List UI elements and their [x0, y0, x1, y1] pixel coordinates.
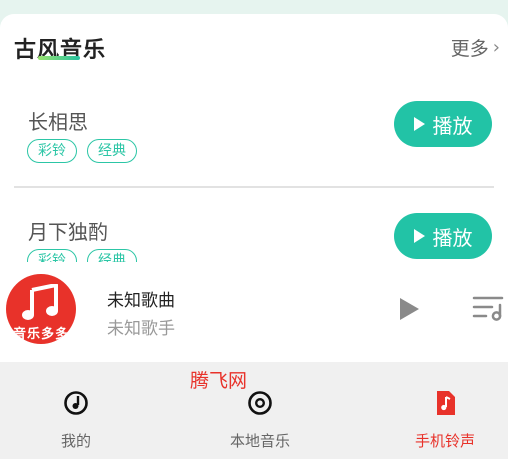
- nav-item-local-music[interactable]: 本地音乐: [190, 362, 330, 459]
- nav-item-ringtones[interactable]: 手机铃声: [375, 362, 508, 459]
- play-icon[interactable]: [400, 298, 419, 320]
- bottom-nav: 腾飞网 我的 本地音乐 手机铃声: [0, 362, 508, 459]
- list-item[interactable]: 月下独酌 彩铃 经典 播放: [0, 186, 508, 262]
- nav-label: 本地音乐: [229, 432, 290, 450]
- play-icon: [413, 117, 425, 131]
- more-link[interactable]: 更多 ›: [451, 34, 500, 61]
- now-playing-artist: 未知歌手: [107, 319, 175, 339]
- title-accent-underline: [38, 56, 80, 60]
- play-button[interactable]: 播放: [394, 213, 492, 259]
- more-label: 更多: [450, 38, 489, 60]
- song-name: 月下独酌: [28, 220, 108, 244]
- tag-badge: 经典: [87, 249, 137, 262]
- cd-icon: [248, 391, 272, 415]
- disc-note-icon: [64, 391, 88, 415]
- now-playing-title: 未知歌曲: [107, 291, 175, 311]
- music-note-icon: [22, 284, 58, 320]
- play-icon: [413, 229, 425, 243]
- album-cover[interactable]: 音乐多多: [6, 274, 76, 344]
- chevron-right-icon: ›: [492, 37, 500, 58]
- song-name: 长相思: [28, 110, 88, 134]
- nav-label: 手机铃声: [414, 432, 475, 450]
- tag-badge: 彩铃: [27, 249, 77, 262]
- play-label: 播放: [432, 115, 473, 138]
- tag-badge: 经典: [87, 139, 137, 163]
- play-label: 播放: [432, 227, 473, 250]
- nav-label: 我的: [60, 432, 91, 450]
- song-list-card: 古风音乐 更多 › 长相思 彩铃 经典 播放 月下独酌 彩铃 经典 播放: [0, 14, 508, 262]
- mini-player[interactable]: 音乐多多 未知歌曲 未知歌手: [0, 262, 508, 362]
- nav-item-mine[interactable]: 我的: [6, 362, 146, 459]
- tag-badge: 彩铃: [27, 139, 77, 163]
- playlist-icon[interactable]: [472, 295, 504, 321]
- list-item[interactable]: 长相思 彩铃 经典 播放: [0, 76, 508, 186]
- cover-text: 音乐多多: [12, 327, 69, 342]
- music-file-icon: [437, 391, 455, 415]
- play-button[interactable]: 播放: [394, 101, 492, 147]
